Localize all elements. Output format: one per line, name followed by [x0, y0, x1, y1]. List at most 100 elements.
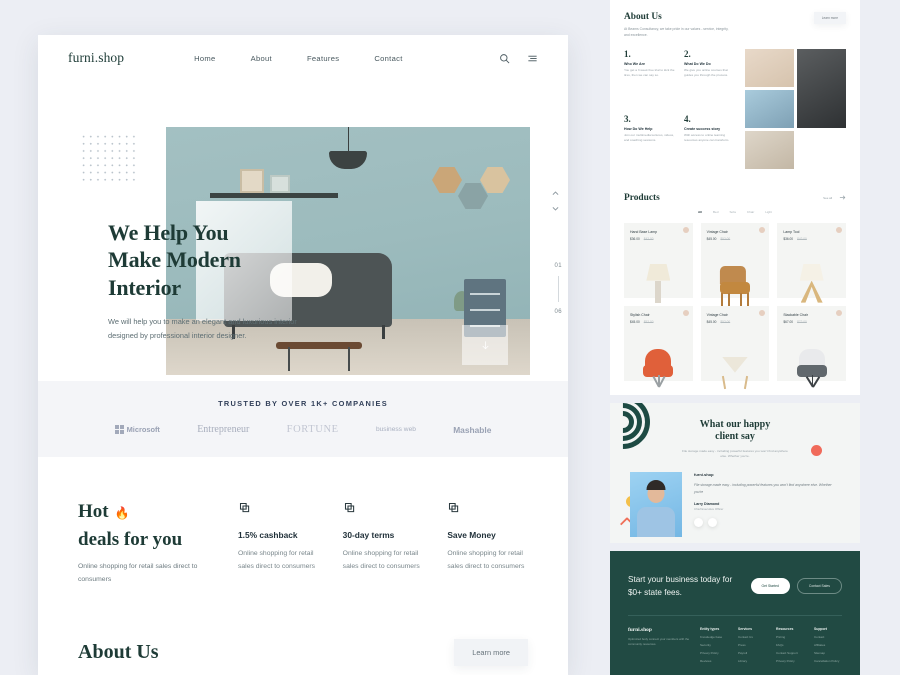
product-card[interactable]: Stackable Chair $67.00 $72.00: [777, 305, 846, 388]
product-price-row: $36.00 $42.00: [783, 237, 840, 241]
footer-column-title: Entity types: [700, 626, 720, 631]
header-actions: [499, 53, 538, 64]
menu-icon[interactable]: [527, 53, 538, 64]
footer-column-title: Support: [814, 626, 827, 631]
product-price: $45.00: [630, 319, 640, 324]
hero-download-button[interactable]: [462, 325, 508, 365]
nav-link-about[interactable]: About: [251, 54, 272, 63]
footer-link[interactable]: Library: [738, 659, 766, 663]
product-name: Hand Base Lamp: [630, 229, 658, 234]
product-old-price: $52.00: [720, 236, 731, 241]
favorite-icon[interactable]: [759, 309, 766, 316]
footer-link[interactable]: Privacy Policy: [776, 659, 804, 663]
footer-logo[interactable]: furni.shop: [628, 627, 690, 633]
contact-sales-button[interactable]: Contact Sales: [796, 577, 842, 594]
learn-more-button[interactable]: Learn more: [454, 638, 528, 666]
about-photo-desk: [745, 48, 794, 87]
favorite-icon[interactable]: [835, 309, 842, 316]
favorite-icon[interactable]: [682, 226, 689, 233]
deal-desc: Online shopping for retail sales direct …: [342, 550, 420, 570]
product-card[interactable]: Vintage Chair $45.00 $52.00: [700, 222, 770, 306]
deal-title: 30-day terms: [342, 530, 395, 540]
favorite-icon[interactable]: [759, 226, 766, 233]
nav-link-features[interactable]: Features: [307, 54, 339, 63]
see-all-link[interactable]: See all: [823, 196, 832, 200]
deal-card-cashback[interactable]: 1.5% cashback Online shopping for retail…: [238, 501, 319, 587]
nav-link-home[interactable]: Home: [194, 54, 215, 63]
product-old-price: $72.00: [797, 319, 807, 324]
cta-heading-line-2: $0+ state fees.: [628, 587, 682, 597]
footer-link[interactable]: Contact Us: [738, 635, 766, 639]
dot-pattern-decoration: [80, 133, 136, 185]
product-price: $45.00: [706, 319, 717, 324]
slide-current: 01: [554, 263, 562, 269]
footer-link[interactable]: Contact Support: [776, 651, 804, 655]
footer-link[interactable]: FAQs: [776, 643, 804, 647]
footer-column-resources: Resources Pricing FAQs Contact Support P…: [776, 627, 804, 663]
learn-more-button[interactable]: Learn more: [813, 12, 846, 24]
testimonial-subtitle: File storage made easy - including power…: [682, 448, 788, 459]
footer-link[interactable]: Reviews: [700, 659, 728, 663]
fire-icon: 🔥: [114, 506, 130, 520]
about-item-number: 4.: [684, 113, 691, 124]
nav-link-contact[interactable]: Contact: [374, 54, 402, 63]
product-price: $36.00: [630, 236, 640, 241]
footer-link[interactable]: Sitemap: [814, 651, 842, 655]
search-icon[interactable]: [499, 53, 510, 64]
footer-link[interactable]: Cancellation Policy: [814, 659, 842, 663]
chevron-right-icon[interactable]: [708, 517, 717, 527]
arrow-right-icon[interactable]: [839, 194, 846, 201]
product-tab-light[interactable]: Light: [765, 210, 772, 214]
about-content-grid: 1. Who We Are You get a 3 week free tria…: [624, 48, 846, 169]
footer-brand-block: furni.shop Optimized body connect your m…: [628, 627, 690, 663]
avatar: [630, 472, 682, 538]
product-card[interactable]: Stylish Chair $45.00 $52.00: [624, 305, 693, 388]
footer-link[interactable]: Pricing: [776, 635, 804, 639]
hero-slider-controls: [551, 189, 560, 213]
product-card[interactable]: Hand Base Lamp $36.00 $42.00: [624, 222, 693, 303]
favorite-icon[interactable]: [835, 226, 842, 233]
about-photo-armchair: [745, 89, 794, 128]
brand-logo[interactable]: furni.shop: [68, 50, 124, 66]
photo-pendant-lamp: [329, 151, 367, 169]
photo-table-legs: [288, 347, 350, 371]
photo-sofa-leg-right: [382, 325, 385, 339]
footer-column-services: Services Contact Us Press Payroll Librar…: [738, 627, 766, 663]
get-started-button[interactable]: Get Started: [750, 577, 790, 594]
hero-copy: We Help You Make Modern Interior We will…: [108, 219, 308, 344]
about-photo-black-chair: [797, 48, 846, 128]
product-tab-sofa[interactable]: Sofa: [729, 210, 735, 214]
layers-icon: [447, 501, 462, 516]
photo-picture-frame-2: [270, 175, 290, 193]
product-tab-chair[interactable]: Chair: [747, 210, 754, 214]
chevron-up-icon[interactable]: [551, 189, 560, 198]
chevron-left-icon[interactable]: [694, 517, 703, 527]
footer-column-entity-types: Entity types Knowledge base Security Pri…: [700, 627, 728, 663]
about-item-4: 4. Create success story With access to o…: [684, 114, 736, 169]
footer-link[interactable]: Contact: [814, 635, 842, 639]
photo-hex-shelves: [432, 167, 510, 213]
deal-card-save-money[interactable]: Save Money Online shopping for retail sa…: [447, 501, 528, 587]
footer-link[interactable]: Payroll: [738, 651, 766, 655]
product-price-row: $45.00 $52.00: [707, 320, 764, 324]
footer-link[interactable]: Affiliates: [814, 643, 842, 647]
about-numbered-list: 1. Who We Are You get a 3 week free tria…: [624, 49, 736, 169]
deal-card-terms[interactable]: 30-day terms Online shopping for retail …: [343, 501, 424, 587]
footer-link[interactable]: Knowledge base: [700, 635, 728, 639]
chevron-down-icon[interactable]: [551, 204, 560, 213]
footer-link[interactable]: Privacy Policy: [700, 651, 728, 655]
products-heading: Products: [624, 192, 660, 203]
deal-desc: Online shopping for retail sales direct …: [447, 550, 525, 570]
footer-link[interactable]: Press: [738, 643, 766, 647]
trusted-title: TRUSTED BY OVER 1K+ COMPANIES: [218, 399, 388, 408]
logo-business-web: business web: [375, 425, 416, 433]
product-tab-bed[interactable]: Bed: [713, 210, 719, 214]
product-card[interactable]: Vintage Chair $45.00 $52.00: [700, 305, 770, 389]
favorite-icon[interactable]: [682, 309, 689, 316]
footer-link[interactable]: Security: [700, 643, 728, 647]
product-tab-all[interactable]: All: [698, 210, 702, 214]
product-card[interactable]: Lamp Tool $36.00 $42.00: [777, 222, 846, 303]
hero-heading-line-3: Interior: [108, 274, 181, 300]
deals-heading-line-1: Hot: [78, 501, 109, 522]
footer-column-title: Services: [738, 626, 752, 631]
